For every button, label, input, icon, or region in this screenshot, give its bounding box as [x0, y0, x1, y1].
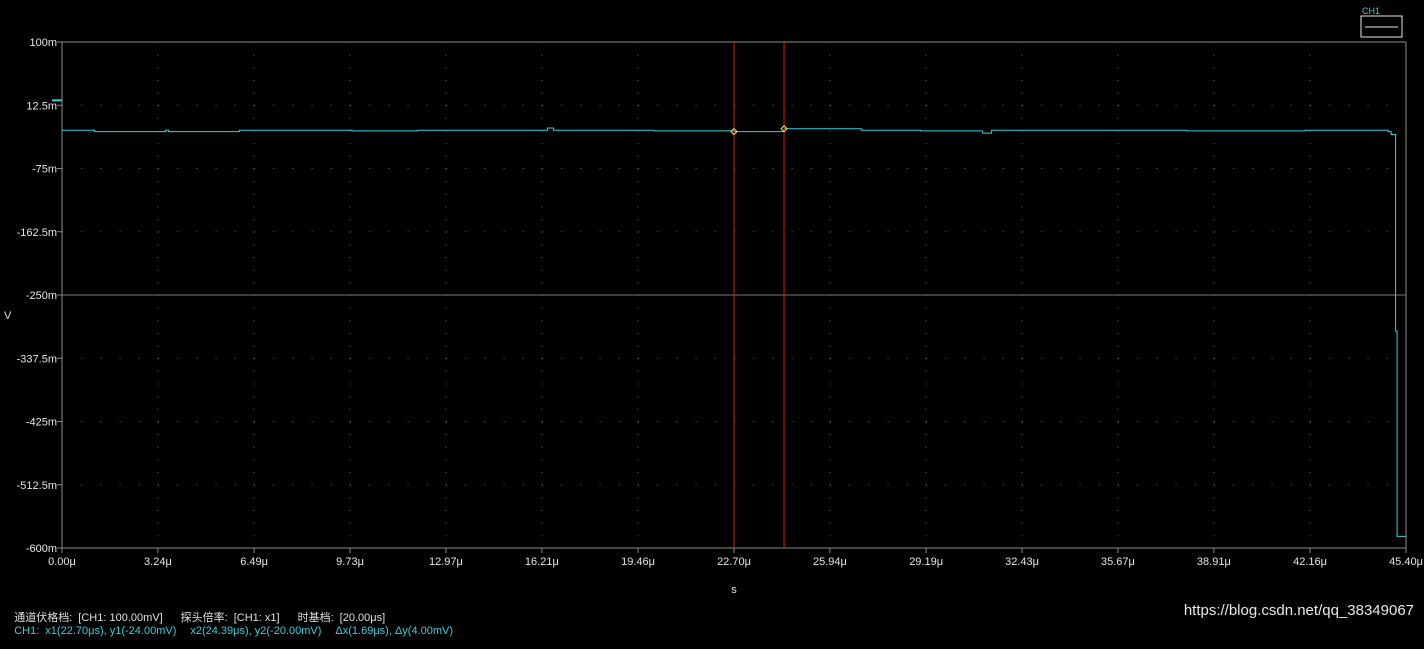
y-tick-label: -75m [32, 164, 57, 176]
y-tick-label: -425m [26, 417, 57, 429]
x-tick-label: 6.49μ [240, 556, 268, 568]
watermark-url: https://blog.csdn.net/qq_38349067 [1183, 602, 1414, 619]
y-tick-label: -162.5m [17, 227, 57, 239]
x-tick-label: 45.40μ [1389, 556, 1423, 568]
cursor-delta: Δx(1.69μs), Δy(4.00mV) [335, 625, 454, 637]
oscilloscope-view: 100m 12.5m -75m -162.5m -250m -337.5m -425m -51… [0, 0, 1424, 637]
x-axis-label: s [731, 584, 737, 596]
y-axis-label: V [4, 310, 12, 322]
x-tick-label: 38.91μ [1197, 556, 1231, 568]
cursor-status-bar: CH1: x1(22.70μs), y1(-24.00mV) x2(24.39μs)… [2, 613, 459, 649]
x-tick-label: 19.46μ [621, 556, 655, 568]
x-tick-label: 35.67μ [1101, 556, 1135, 568]
x-tick-label: 29.19μ [909, 556, 943, 568]
waveform-plot[interactable]: 100m 12.5m -75m -162.5m -250m -337.5m -425m -51… [0, 0, 1424, 596]
x-tick-label: 0.00μ [48, 556, 76, 568]
x-tick-label: 25.94μ [813, 556, 847, 568]
cursor-x1y1: x1(22.70μs), y1(-24.00mV) [45, 625, 177, 637]
x-tick-label: 42.16μ [1293, 556, 1327, 568]
legend-channel-label: CH1 [1362, 6, 1380, 16]
y-tick-label: -600m [26, 543, 57, 555]
y-tick-label: -512.5m [17, 480, 57, 492]
axis-layer: 100m 12.5m -75m -162.5m -250m -337.5m -425m -51… [4, 37, 1423, 596]
x-tick-label: 9.73μ [336, 556, 364, 568]
cursor-x2y2: x2(24.39μs), y2(-20.00mV) [190, 625, 322, 637]
y-tick-label: 100m [29, 37, 57, 49]
x-tick-label: 32.43μ [1005, 556, 1039, 568]
cursor-channel: CH1: [14, 625, 40, 637]
legend-box: CH1 [1360, 6, 1403, 38]
x-tick-label: 22.70μ [717, 556, 751, 568]
y-tick-label: -250m [26, 290, 57, 302]
x-tick-label: 16.21μ [525, 556, 559, 568]
x-tick-label: 3.24μ [144, 556, 172, 568]
x-tick-label: 12.97μ [429, 556, 463, 568]
y-tick-label: 12.5m [26, 100, 57, 112]
y-tick-label: -337.5m [17, 353, 57, 365]
